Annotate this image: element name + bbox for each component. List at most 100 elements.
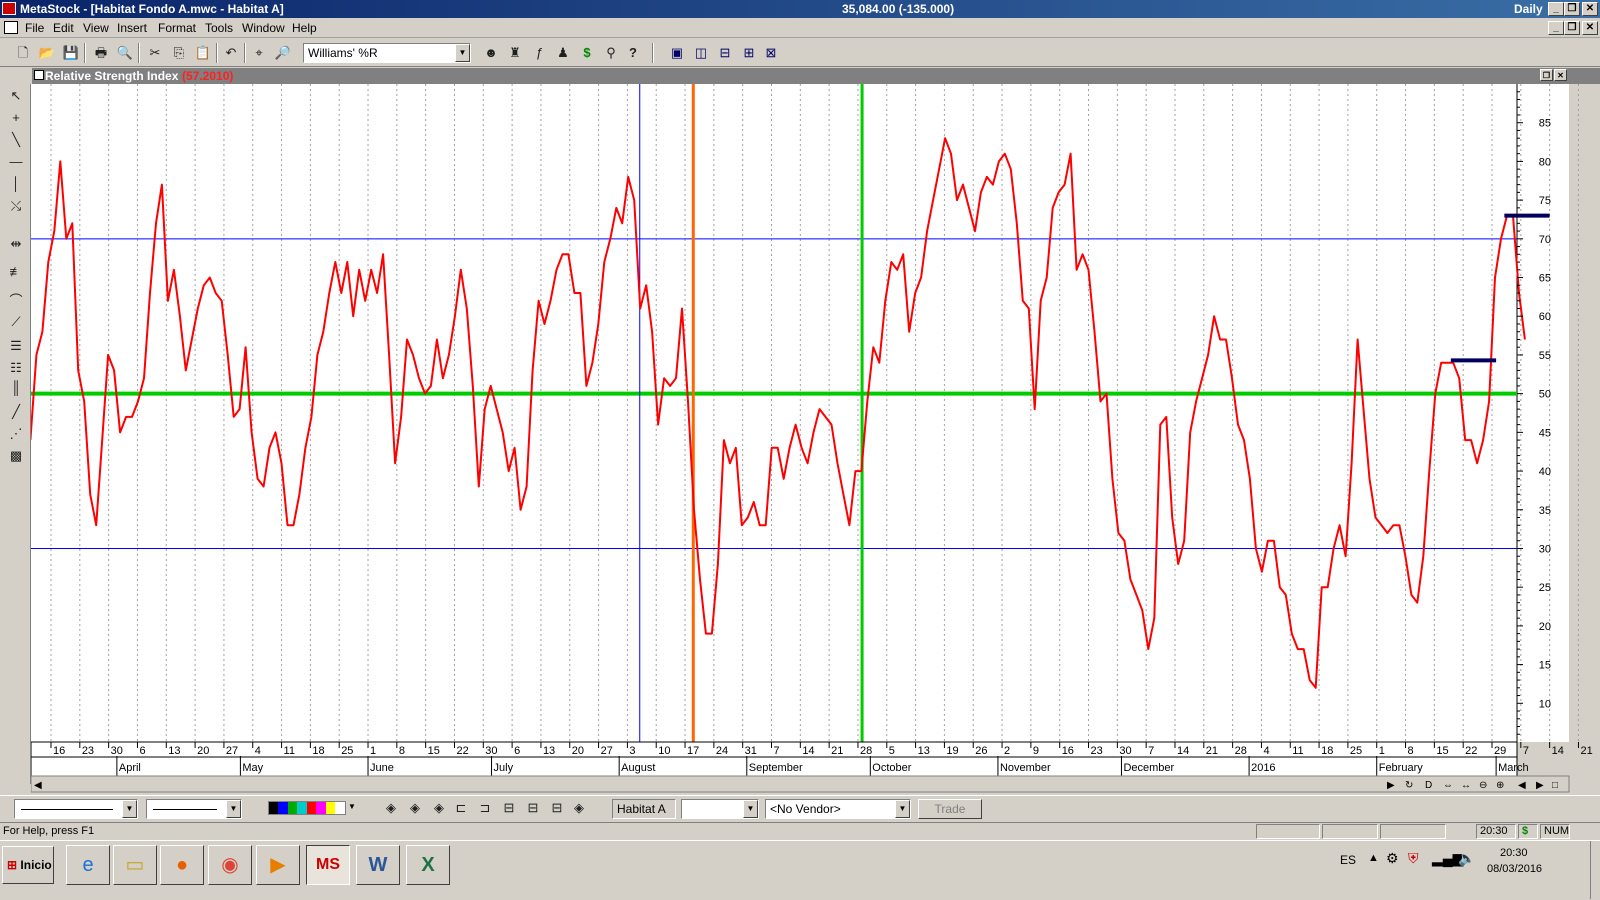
- refresh-icon[interactable]: ↻: [1405, 780, 1413, 791]
- line-style-select[interactable]: ▼: [14, 799, 138, 819]
- vertical-line-icon[interactable]: │: [6, 176, 26, 194]
- scroll-left-icon[interactable]: ◀: [34, 780, 42, 791]
- start-button[interactable]: ⊞ Inicio: [2, 846, 54, 884]
- menu-help[interactable]: Help: [292, 21, 317, 35]
- file-explorer-icon[interactable]: ▭: [113, 845, 157, 885]
- color-palette-icon[interactable]: [268, 801, 346, 815]
- style-button-3[interactable]: ◈: [430, 799, 448, 817]
- chevron-down-icon[interactable]: ▼: [348, 802, 356, 811]
- maximize-chart-icon[interactable]: □: [1552, 780, 1558, 791]
- internet-explorer-icon[interactable]: e: [66, 845, 110, 885]
- gann-fan-icon[interactable]: ⋰: [6, 426, 26, 444]
- new-icon[interactable]: 🗋: [14, 44, 32, 62]
- save-icon[interactable]: 💾: [62, 44, 80, 62]
- security-field[interactable]: Habitat A: [612, 799, 676, 819]
- chevron-down-icon[interactable]: ▼: [122, 800, 137, 818]
- close-icon[interactable]: ✕: [1582, 2, 1598, 16]
- child-restore-icon[interactable]: ❐: [1564, 21, 1580, 35]
- shrink-icon[interactable]: ⇔: [1443, 780, 1453, 791]
- chart-window-icon[interactable]: [34, 70, 44, 80]
- page-left-icon[interactable]: ◀: [1518, 780, 1526, 791]
- tray-security-icon[interactable]: ⛨: [1408, 850, 1419, 867]
- tray-app-icon[interactable]: ⚙: [1386, 850, 1399, 867]
- copy-icon[interactable]: ⎘: [170, 44, 188, 62]
- style-button-4[interactable]: ⊏: [452, 799, 470, 817]
- tile-vertical-icon[interactable]: ◫: [692, 44, 710, 62]
- arc-icon[interactable]: ⌒: [6, 290, 26, 308]
- document-icon[interactable]: [4, 21, 18, 34]
- cut-icon[interactable]: ✂: [146, 44, 164, 62]
- trade-button[interactable]: Trade: [918, 799, 982, 819]
- cycle-lines-icon[interactable]: ⇹: [6, 236, 26, 254]
- grid-pattern-icon[interactable]: ▩: [6, 448, 26, 466]
- horizontal-scrollbar[interactable]: [31, 775, 1570, 793]
- app-icon[interactable]: [2, 2, 16, 15]
- child-close-icon[interactable]: ✕: [1582, 21, 1598, 35]
- style-button-9[interactable]: ◈: [570, 799, 588, 817]
- show-desktop-button[interactable]: [1590, 841, 1600, 899]
- regression-icon[interactable]: ☷: [6, 360, 26, 378]
- pointer-icon[interactable]: ↖: [6, 88, 26, 106]
- zoom-out-icon[interactable]: ⊖: [1479, 780, 1487, 791]
- chevron-down-icon[interactable]: ▼: [226, 800, 241, 818]
- tile-grid-icon[interactable]: ⊞: [740, 44, 758, 62]
- chevron-down-icon[interactable]: ▼: [455, 44, 470, 62]
- crosshair-icon[interactable]: ⌖: [250, 44, 268, 62]
- indicator-select[interactable]: Williams' %R ▼: [303, 43, 471, 63]
- zoom-icon[interactable]: 🔎: [274, 44, 292, 62]
- horizontal-line-icon[interactable]: —: [6, 154, 26, 172]
- chevron-down-icon[interactable]: ▼: [895, 800, 910, 818]
- binoculars-icon[interactable]: ⚲: [602, 44, 620, 62]
- formula-icon[interactable]: ƒ: [530, 44, 548, 62]
- open-icon[interactable]: 📂: [38, 44, 56, 62]
- zoom-in-icon[interactable]: ⊕: [1496, 780, 1504, 791]
- menu-format[interactable]: Format: [158, 21, 196, 35]
- chrome-icon[interactable]: ◉: [208, 845, 252, 885]
- menu-file[interactable]: File: [25, 21, 44, 35]
- retracement-icon[interactable]: ☰: [6, 338, 26, 356]
- style-button-7[interactable]: ⊟: [524, 799, 542, 817]
- style-button-8[interactable]: ⊟: [548, 799, 566, 817]
- page-right-icon[interactable]: ▶: [1536, 780, 1544, 791]
- period-select[interactable]: ▼: [681, 799, 759, 819]
- arrange-icon[interactable]: ⊠: [762, 44, 780, 62]
- media-player-icon[interactable]: ▶: [256, 845, 300, 885]
- dollar-icon[interactable]: $: [578, 44, 596, 62]
- channel-icon[interactable]: ≢: [6, 264, 26, 282]
- line-weight-select[interactable]: ▼: [146, 799, 242, 819]
- menu-view[interactable]: View: [83, 21, 109, 35]
- menu-insert[interactable]: Insert: [117, 21, 147, 35]
- paste-icon[interactable]: 📋: [194, 44, 212, 62]
- child-minimize-icon[interactable]: _: [1548, 21, 1564, 35]
- expand-icon[interactable]: ↔: [1461, 780, 1471, 791]
- metastock-icon[interactable]: MS: [306, 845, 350, 885]
- excel-icon[interactable]: X: [406, 845, 450, 885]
- system-tester-icon[interactable]: ♜: [506, 44, 524, 62]
- menu-window[interactable]: Window: [242, 21, 285, 35]
- undo-icon[interactable]: ↶: [222, 44, 240, 62]
- minimize-icon[interactable]: _: [1548, 2, 1564, 16]
- firefox-icon[interactable]: ●: [160, 845, 204, 885]
- word-icon[interactable]: W: [356, 845, 400, 885]
- menu-tools[interactable]: Tools: [205, 21, 233, 35]
- volume-icon[interactable]: 🔈: [1458, 850, 1475, 867]
- chart-restore-icon[interactable]: ❐: [1540, 69, 1553, 81]
- print-preview-icon[interactable]: 🔍: [116, 44, 134, 62]
- tile-horizontal-icon[interactable]: ⊟: [716, 44, 734, 62]
- language-indicator[interactable]: ES: [1340, 853, 1356, 867]
- restore-icon[interactable]: ❐: [1564, 2, 1580, 16]
- trendline-icon[interactable]: ╲: [6, 132, 26, 150]
- periodicity-button[interactable]: D: [1425, 780, 1432, 791]
- context-help-icon[interactable]: ?: [624, 44, 642, 62]
- chart-close-icon[interactable]: ✕: [1554, 69, 1567, 81]
- vendor-select[interactable]: <No Vendor> ▼: [765, 799, 911, 819]
- cascade-icon[interactable]: ▣: [668, 44, 686, 62]
- clock-time[interactable]: 20:30: [1500, 847, 1528, 859]
- crosshair-tool-icon[interactable]: +: [6, 110, 26, 128]
- print-icon[interactable]: 🖶: [92, 44, 110, 62]
- rsi-chart[interactable]: 10152025303540455055606570758085 16 23 30 6…: [31, 84, 1600, 794]
- time-zones-icon[interactable]: ║: [6, 380, 26, 398]
- style-button-5[interactable]: ⊐: [476, 799, 494, 817]
- line-tool-icon[interactable]: ╱: [6, 404, 26, 422]
- style-button-6[interactable]: ⊟: [500, 799, 518, 817]
